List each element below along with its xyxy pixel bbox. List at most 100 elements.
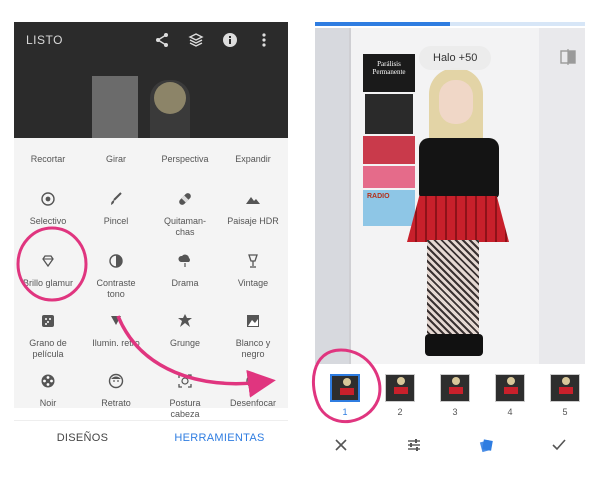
tool-selective[interactable]: Selectivo <box>14 188 82 227</box>
tool-grunge[interactable]: Grunge <box>151 310 219 349</box>
tool-label: Ilumin. retro <box>92 338 140 348</box>
cancel-x-icon[interactable] <box>329 433 353 457</box>
film-reel-icon <box>37 370 59 392</box>
face-icon <box>105 370 127 392</box>
tool-label: Pincel <box>103 216 129 226</box>
photo-hair-thumb <box>154 82 186 114</box>
tools-grid: Recortar Girar Perspectiva Expandir Sele… <box>14 138 288 419</box>
style-number: 3 <box>452 407 458 417</box>
style-preset-1[interactable]: 1 <box>330 374 360 417</box>
person-face <box>439 80 473 124</box>
style-cards-icon[interactable] <box>474 433 498 457</box>
tool-label: Grunge <box>169 338 201 348</box>
share-icon[interactable] <box>150 28 174 52</box>
tool-label: Retrato <box>101 398 131 408</box>
info-icon[interactable] <box>218 28 242 52</box>
bw-landscape-icon <box>242 310 264 332</box>
tool-label: Paisaje HDR <box>227 216 279 226</box>
tool-label: Contraste tono <box>96 278 136 299</box>
mountain-icon <box>242 188 264 210</box>
style-thumbnail <box>385 374 415 402</box>
halo-value-label: Halo +50 <box>419 46 492 70</box>
glamour-glow-screen: Parálisis Permanente RADIO Halo +50 1 2 … <box>315 22 585 462</box>
tool-grainy-film[interactable]: Grano de película <box>14 310 82 360</box>
style-number: 2 <box>397 407 403 417</box>
style-preset-5[interactable]: 5 <box>550 374 580 417</box>
bandage-icon <box>174 188 196 210</box>
top-bar: LISTO <box>14 22 288 58</box>
poster-pink <box>363 166 415 188</box>
bottom-tab-bar: DISEÑOS HERRAMIENTAS <box>14 420 288 454</box>
style-number: 5 <box>562 407 568 417</box>
tool-rotate[interactable]: Girar <box>82 154 150 165</box>
poster-red <box>363 136 415 164</box>
dimmed-photo-preview: LISTO <box>14 22 288 138</box>
tool-vintage[interactable]: Vintage <box>219 250 287 289</box>
layers-stack-icon[interactable] <box>184 28 208 52</box>
tool-label: Brillo glamur <box>22 278 73 288</box>
tab-designs[interactable]: DISEÑOS <box>14 421 151 454</box>
tool-lens-blur[interactable]: Desenfocar <box>219 370 287 409</box>
tool-noir[interactable]: Noir <box>14 370 82 409</box>
tool-crop[interactable]: Recortar <box>14 154 82 165</box>
done-button[interactable]: LISTO <box>26 33 140 47</box>
tool-label: Recortar <box>30 154 66 164</box>
style-filmstrip: 1 2 3 4 5 <box>315 370 585 422</box>
tool-head-pose[interactable]: Postura cabeza <box>151 370 219 420</box>
style-thumbnail <box>330 374 360 402</box>
tool-retrolux[interactable]: Ilumin. retro <box>82 310 150 349</box>
half-circle-icon <box>105 250 127 272</box>
tool-label: Drama <box>171 278 199 288</box>
tool-label: Vintage <box>237 278 269 288</box>
style-thumbnail <box>550 374 580 402</box>
grunge-icon <box>174 310 196 332</box>
style-number: 1 <box>342 407 348 417</box>
style-preset-2[interactable]: 2 <box>385 374 415 417</box>
adjust-sliders-icon[interactable] <box>402 433 426 457</box>
edited-photo[interactable]: Parálisis Permanente RADIO Halo +50 <box>315 28 585 364</box>
person-fishnet-legs <box>427 240 479 340</box>
tool-hdr-landscape[interactable]: Paisaje HDR <box>219 188 287 227</box>
compare-icon[interactable] <box>559 48 577 66</box>
face-frame-icon <box>174 370 196 392</box>
edit-action-bar <box>315 428 585 462</box>
tool-drama[interactable]: Drama <box>151 250 219 289</box>
photo-wall-thumb <box>92 76 138 138</box>
poster-radio-text: RADIO <box>367 193 390 200</box>
person-boots <box>425 334 483 356</box>
tool-label: Noir <box>39 398 57 408</box>
lamp-icon <box>242 250 264 272</box>
brush-icon <box>105 188 127 210</box>
tool-label: Postura cabeza <box>169 398 201 419</box>
tool-expand[interactable]: Expandir <box>219 154 287 165</box>
tool-brush[interactable]: Pincel <box>82 188 150 227</box>
tool-healing[interactable]: Quitaman- chas <box>151 188 219 238</box>
tool-black-white[interactable]: Blanco y negro <box>219 310 287 360</box>
adjustment-progress-bar <box>315 22 585 26</box>
tools-screen: LISTO Recortar Girar Perspectiva Expandi… <box>14 22 288 462</box>
tool-label: Quitaman- chas <box>163 216 207 237</box>
tool-label: Girar <box>106 154 126 164</box>
tool-label: Expandir <box>235 154 271 164</box>
screenshot-composite: LISTO Recortar Girar Perspectiva Expandi… <box>0 0 600 480</box>
poster-text-line1: Parálisis <box>377 60 401 68</box>
poster-paralisis: Parálisis Permanente <box>363 54 415 92</box>
person-black-top <box>419 138 499 198</box>
poster-band-photo <box>365 94 413 134</box>
cloud-rain-icon <box>174 250 196 272</box>
tab-tools[interactable]: HERRAMIENTAS <box>151 421 288 454</box>
tool-label: Desenfocar <box>229 398 277 408</box>
tool-perspective[interactable]: Perspectiva <box>151 154 219 165</box>
poster-text-line2: Permanente <box>372 68 406 76</box>
wall-background <box>315 28 349 364</box>
tool-label: Selectivo <box>29 216 67 226</box>
grain-dots-icon <box>37 310 59 332</box>
more-options-icon[interactable] <box>252 28 276 52</box>
tool-portrait[interactable]: Retrato <box>82 370 150 409</box>
style-preset-3[interactable]: 3 <box>440 374 470 417</box>
apply-check-icon[interactable] <box>547 433 571 457</box>
tool-glamour-glow[interactable]: Brillo glamur <box>14 250 82 289</box>
style-preset-4[interactable]: 4 <box>495 374 525 417</box>
style-number: 4 <box>507 407 513 417</box>
tool-tonal-contrast[interactable]: Contraste tono <box>82 250 150 300</box>
